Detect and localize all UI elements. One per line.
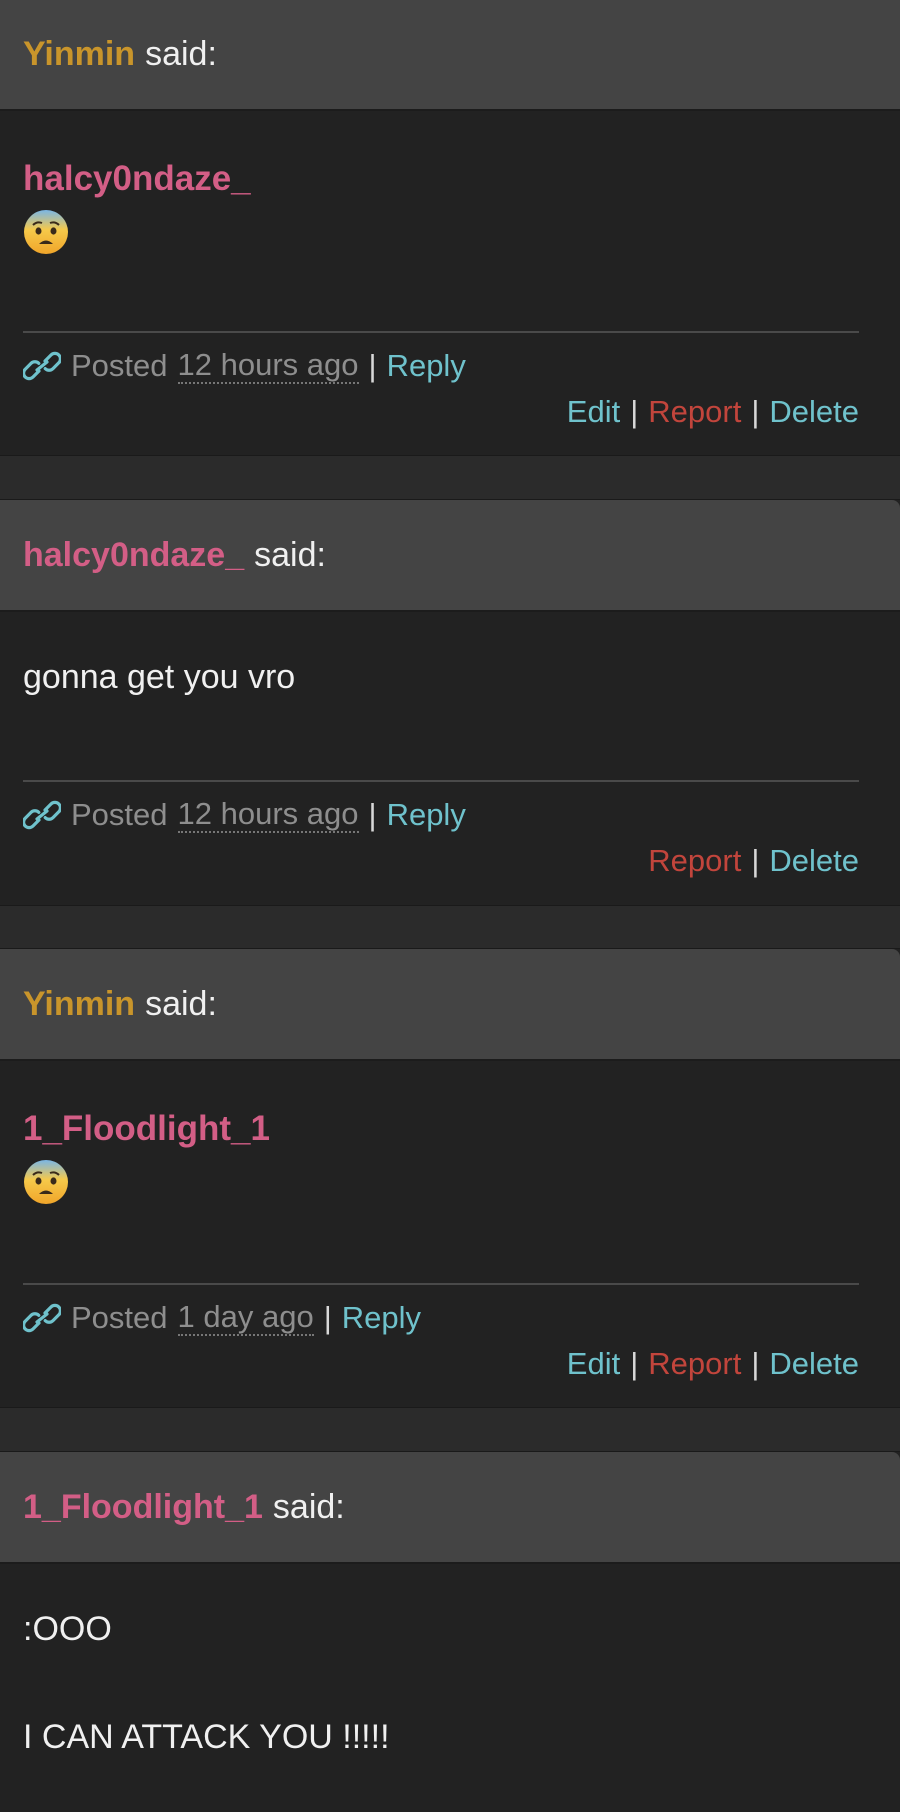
comment-card: 1_Floodlight_1 said: :OOO I CAN ATTACK Y… [0,1451,900,1812]
comment-header: halcy0ndaze_ said: [0,500,900,612]
comment-text: I CAN ATTACK YOU !!!!! [23,1718,390,1756]
separator: | [630,1346,639,1381]
said-label: said: [145,34,217,73]
said-label: said: [254,535,326,574]
comment-header: Yinmin said: [0,949,900,1061]
comment-card: Yinmin said: halcy0ndaze_ Posted 12 hour… [0,0,900,456]
reply-link[interactable]: Reply [387,797,466,833]
separator: | [751,1346,760,1381]
reply-link[interactable]: Reply [387,348,466,384]
separator: | [630,394,639,429]
comment-card: Yinmin said: 1_Floodlight_1 Posted 1 day… [0,948,900,1408]
comment-header: 1_Floodlight_1 said: [0,1452,900,1564]
edit-link[interactable]: Edit [567,1346,620,1382]
timestamp: 12 hours ago [177,796,359,833]
comment-text: gonna get you vro [23,658,296,696]
posted-label: Posted [71,797,168,832]
separator: | [368,797,377,832]
comment-author-link[interactable]: halcy0ndaze_ [23,536,244,575]
posted-label: Posted [71,348,168,383]
report-link[interactable]: Report [648,843,741,879]
comment-author-link[interactable]: Yinmin [23,35,135,74]
comment-actions: Edit | Report | Delete [567,1346,859,1382]
comment-author-link[interactable]: Yinmin [23,985,135,1024]
comment-meta: Posted 12 hours ago | Reply [23,797,466,833]
comment-actions: Report | Delete [648,843,859,879]
delete-link[interactable]: Delete [769,843,859,879]
fearful-face-emoji-icon [24,210,68,254]
permalink-icon[interactable] [23,800,61,830]
mention-link[interactable]: halcy0ndaze_ [23,159,251,199]
reply-link[interactable]: Reply [342,1300,421,1336]
separator: | [323,1300,332,1335]
separator: | [751,843,760,878]
delete-link[interactable]: Delete [769,1346,859,1382]
comment-header: Yinmin said: [0,0,900,111]
comment-divider [23,331,859,333]
comment-author-link[interactable]: 1_Floodlight_1 [23,1488,263,1527]
fearful-face-emoji-icon [24,1160,68,1204]
comment-divider [23,780,859,782]
permalink-icon[interactable] [23,351,61,381]
comment-divider [23,1283,859,1285]
comment-meta: Posted 1 day ago | Reply [23,1300,421,1336]
comment-meta: Posted 12 hours ago | Reply [23,348,466,384]
separator: | [751,394,760,429]
permalink-icon[interactable] [23,1303,61,1333]
posted-label: Posted [71,1300,168,1335]
mention-link[interactable]: 1_Floodlight_1 [23,1109,270,1149]
report-link[interactable]: Report [648,1346,741,1382]
comment-actions: Edit | Report | Delete [567,394,859,430]
report-link[interactable]: Report [648,394,741,430]
timestamp: 12 hours ago [177,347,359,384]
separator: | [368,348,377,383]
comment-card: halcy0ndaze_ said: gonna get you vro Pos… [0,499,900,906]
timestamp: 1 day ago [177,1299,314,1336]
said-label: said: [145,984,217,1023]
said-label: said: [272,1487,345,1526]
delete-link[interactable]: Delete [769,394,859,430]
comment-text: :OOO [23,1610,112,1648]
edit-link[interactable]: Edit [567,394,620,430]
